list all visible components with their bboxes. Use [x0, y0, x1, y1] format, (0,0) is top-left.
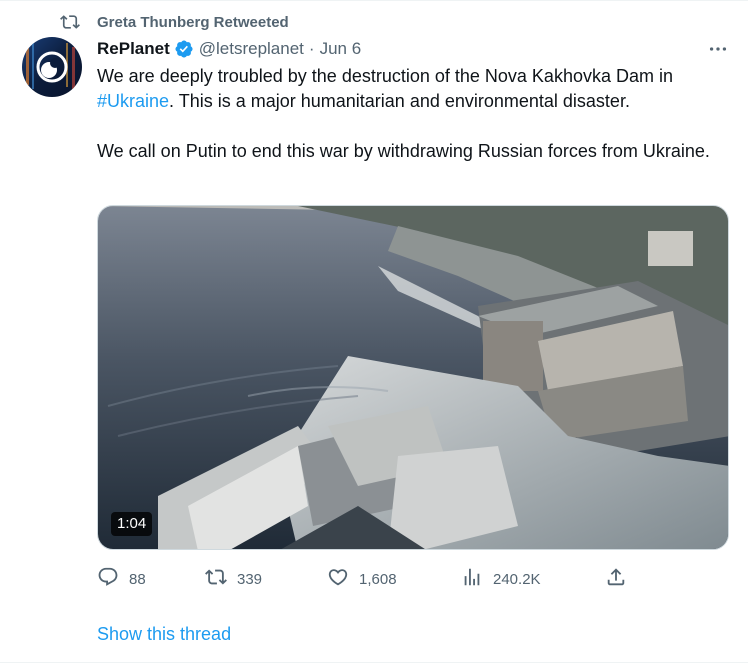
header-separator: · — [308, 39, 315, 58]
retweeted-by-label: Greta Thunberg Retweeted — [97, 13, 289, 31]
verified-badge-icon[interactable] — [174, 39, 194, 59]
author-handle[interactable]: @letsreplanet — [199, 39, 304, 59]
top-divider — [0, 0, 748, 1]
tweet-header: RePlanet @letsreplanet · Jun 6 — [97, 38, 361, 60]
hashtag-link[interactable]: #Ukraine — [97, 91, 169, 111]
share-icon — [605, 566, 627, 592]
video-duration-badge: 1:04 — [111, 512, 153, 536]
retweet-icon — [60, 12, 80, 32]
retweeted-by-row[interactable]: Greta Thunberg Retweeted — [60, 12, 289, 32]
video-thumbnail — [98, 206, 728, 549]
views-chart-icon — [461, 566, 483, 592]
more-options-icon[interactable] — [704, 38, 732, 60]
tweet-actions: 88 339 1,608 240.2K — [97, 566, 737, 592]
video-player[interactable]: 1:04 — [97, 205, 729, 550]
avatar[interactable] — [22, 37, 82, 97]
share-button[interactable] — [605, 566, 627, 592]
bottom-divider — [0, 662, 748, 663]
heart-icon — [327, 566, 349, 592]
retweet-button[interactable]: 339 — [205, 566, 262, 592]
reply-count: 88 — [129, 570, 146, 588]
views-count: 240.2K — [493, 570, 541, 588]
retweet-icon — [205, 566, 227, 592]
tweet-date[interactable]: Jun 6 — [320, 39, 362, 59]
reply-button[interactable]: 88 — [97, 566, 146, 592]
author-name[interactable]: RePlanet — [97, 39, 170, 59]
like-count: 1,608 — [359, 570, 397, 588]
tweet-line1-prefix: We are deeply troubled by the destructio… — [97, 66, 673, 86]
retweet-count: 339 — [237, 570, 263, 588]
show-thread-link[interactable]: Show this thread — [97, 624, 231, 645]
like-button[interactable]: 1,608 — [327, 566, 397, 592]
tweet-line1-suffix: . This is a major humanitarian and envir… — [169, 91, 630, 111]
reply-icon — [97, 566, 119, 592]
tweet-paragraph-2: We call on Putin to end this war by with… — [97, 141, 710, 161]
tweet-text: We are deeply troubled by the destructio… — [97, 64, 737, 164]
views-button[interactable]: 240.2K — [461, 566, 541, 592]
tweet-paragraph-1: We are deeply troubled by the destructio… — [97, 64, 737, 114]
